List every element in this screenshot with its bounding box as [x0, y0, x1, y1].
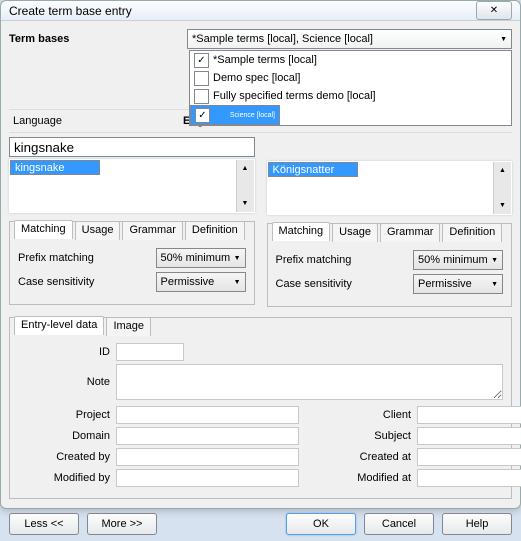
dialog-window: Create term base entry ✕ Term bases *Sam…: [0, 0, 521, 509]
window-title: Create term base entry: [9, 4, 132, 18]
tab-grammar[interactable]: Grammar: [380, 223, 440, 242]
case-select[interactable]: Permissive ▼: [413, 274, 503, 294]
chevron-down-icon: ▼: [500, 36, 507, 43]
right-pane: Königsnatter ▲▼ Matching Usage Grammar D…: [267, 137, 513, 307]
created-by-field[interactable]: [116, 448, 299, 466]
term-bases-label: Term bases: [9, 29, 179, 49]
dropdown-item-label: Science [local]: [230, 112, 275, 119]
chevron-down-icon: ▼: [234, 255, 241, 262]
ok-button[interactable]: OK: [286, 513, 356, 535]
combo-value: *Sample terms [local], Science [local]: [192, 33, 373, 45]
scroll-up-icon[interactable]: ▲: [499, 162, 506, 179]
target-term-list[interactable]: Königsnatter ▲▼: [267, 161, 513, 215]
id-field[interactable]: [116, 343, 184, 361]
dropdown-item-label: Fully specified terms demo [local]: [213, 90, 376, 102]
prefix-label: Prefix matching: [18, 252, 156, 264]
select-value: 50% minimum: [161, 252, 231, 264]
created-by-label: Created by: [18, 451, 110, 463]
modified-at-label: Modified at: [319, 472, 411, 484]
list-item[interactable]: kingsnake: [10, 160, 100, 175]
button-bar: Less << More >> OK Cancel Help: [1, 507, 520, 541]
cancel-button[interactable]: Cancel: [364, 513, 434, 535]
checkbox-icon[interactable]: [194, 71, 209, 86]
modified-at-field[interactable]: [417, 469, 521, 487]
id-label: ID: [18, 346, 110, 358]
note-label: Note: [18, 376, 110, 388]
scroll-up-icon[interactable]: ▲: [242, 160, 249, 177]
source-term-input[interactable]: [9, 137, 255, 157]
tab-entry-level-data[interactable]: Entry-level data: [14, 316, 104, 335]
modified-by-label: Modified by: [18, 472, 110, 484]
entry-level-data-group: Entry-level data Image ID Note Project D…: [9, 317, 512, 499]
prefix-select[interactable]: 50% minimum▼: [156, 248, 246, 268]
chevron-down-icon: ▼: [491, 257, 498, 264]
tab-matching[interactable]: Matching: [272, 222, 331, 241]
matching-group: Matching Usage Grammar Definition Prefix…: [267, 223, 513, 307]
modified-by-field[interactable]: [116, 469, 299, 487]
less-button[interactable]: Less <<: [9, 513, 79, 535]
checkbox-icon[interactable]: ✓: [194, 53, 209, 68]
language-label: Language: [9, 115, 183, 127]
created-at-field[interactable]: [417, 448, 521, 466]
case-select[interactable]: Permissive ▼: [156, 272, 246, 292]
titlebar: Create term base entry ✕: [1, 1, 520, 21]
select-value: Permissive: [161, 276, 215, 288]
dropdown-item[interactable]: Fully specified terms demo [local]: [190, 87, 511, 105]
dropdown-item-label: *Sample terms [local]: [213, 54, 317, 66]
dropdown-item[interactable]: ✓ *Sample terms [local]: [190, 51, 511, 69]
tab-definition[interactable]: Definition: [185, 221, 245, 240]
term-bases-combo[interactable]: *Sample terms [local], Science [local] ▼: [187, 29, 512, 49]
domain-field[interactable]: [116, 427, 299, 445]
dropdown-item[interactable]: Demo spec [local]: [190, 69, 511, 87]
close-button[interactable]: ✕: [476, 1, 512, 20]
case-label: Case sensitivity: [276, 278, 414, 290]
help-button[interactable]: Help: [442, 513, 512, 535]
tab-grammar[interactable]: Grammar: [122, 221, 182, 240]
subject-field[interactable]: [417, 427, 521, 445]
chevron-down-icon: ▼: [234, 279, 241, 286]
domain-label: Domain: [18, 430, 110, 442]
close-icon: ✕: [490, 5, 498, 16]
more-button[interactable]: More >>: [87, 513, 157, 535]
project-field[interactable]: [116, 406, 299, 424]
term-bases-dropdown: ✓ *Sample terms [local] Demo spec [local]…: [189, 50, 512, 126]
dropdown-item[interactable]: ✓ Science [local]: [190, 105, 280, 125]
source-term-list[interactable]: kingsnake ▲▼: [9, 159, 255, 213]
prefix-label: Prefix matching: [276, 254, 414, 266]
case-label: Case sensitivity: [18, 276, 156, 288]
scrollbar[interactable]: ▲▼: [236, 160, 254, 212]
created-at-label: Created at: [319, 451, 411, 463]
checkbox-icon[interactable]: ✓: [195, 108, 210, 123]
dropdown-item-label: Demo spec [local]: [213, 72, 300, 84]
tab-image[interactable]: Image: [106, 317, 151, 336]
tab-matching[interactable]: Matching: [14, 220, 73, 239]
matching-group: Matching Usage Grammar Definition Prefix…: [9, 221, 255, 305]
left-pane: kingsnake ▲▼ Matching Usage Grammar Defi…: [9, 137, 255, 307]
select-value: Permissive: [418, 278, 472, 290]
client-label: Client: [319, 409, 411, 421]
select-value: 50% minimum: [418, 254, 488, 266]
note-field[interactable]: [116, 364, 503, 400]
subject-label: Subject: [319, 430, 411, 442]
tab-usage[interactable]: Usage: [75, 221, 121, 240]
prefix-select[interactable]: 50% minimum▼: [413, 250, 503, 270]
scroll-down-icon[interactable]: ▼: [242, 195, 249, 212]
scroll-down-icon[interactable]: ▼: [499, 197, 506, 214]
scrollbar[interactable]: ▲▼: [493, 162, 511, 214]
tab-definition[interactable]: Definition: [442, 223, 502, 242]
tab-usage[interactable]: Usage: [332, 223, 378, 242]
chevron-down-icon: ▼: [491, 281, 498, 288]
client-field[interactable]: [417, 406, 521, 424]
checkbox-icon[interactable]: [194, 89, 209, 104]
project-label: Project: [18, 409, 110, 421]
list-item[interactable]: Königsnatter: [268, 162, 358, 177]
